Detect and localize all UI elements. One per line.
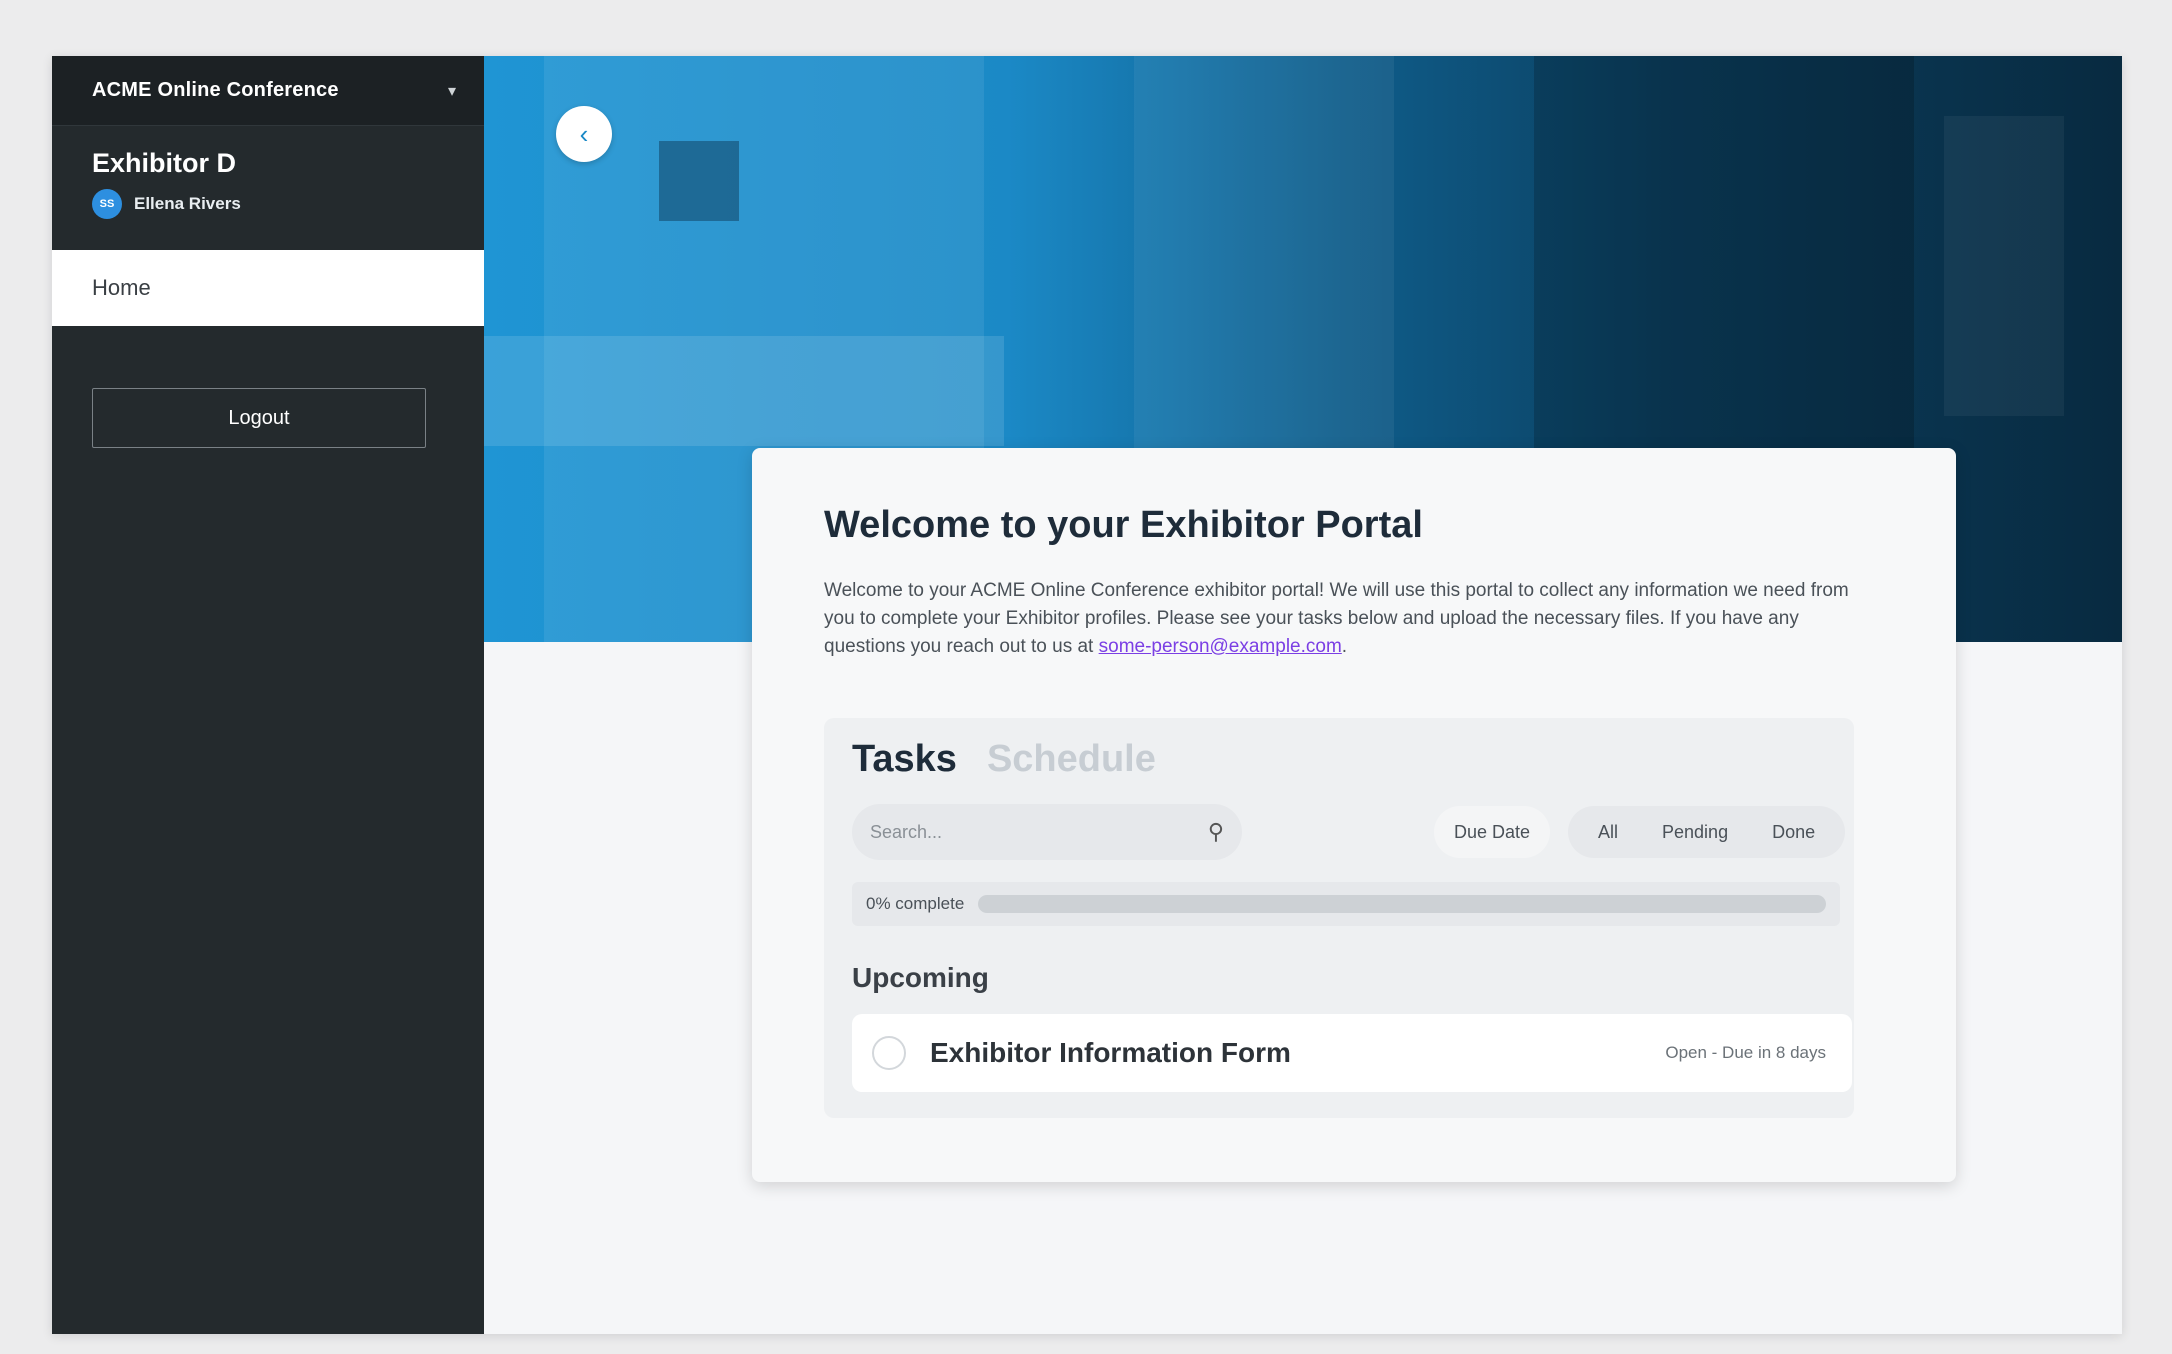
progress-bar: 0% complete: [852, 882, 1840, 926]
filter-pending[interactable]: Pending: [1640, 806, 1750, 858]
filter-all[interactable]: All: [1576, 806, 1640, 858]
chevron-left-icon[interactable]: ‹: [556, 106, 612, 162]
page-title: Welcome to your Exhibitor Portal: [824, 504, 1423, 546]
hero-decor-panel: [1944, 116, 2064, 416]
list-item[interactable]: Exhibitor Information Form Open - Due in…: [852, 1014, 1852, 1092]
progress-label: 0% complete: [866, 894, 965, 913]
task-name[interactable]: Exhibitor Information Form: [930, 1037, 1665, 1069]
org-name: ACME Online Conference: [92, 79, 339, 101]
task-status: Open - Due in 8 days: [1665, 1043, 1826, 1062]
progress-track: [978, 895, 1826, 913]
tab-tasks[interactable]: Tasks: [852, 738, 957, 781]
search-box: ⚲: [852, 804, 1242, 860]
sidebar-item-home[interactable]: Home: [52, 250, 484, 326]
logout-button[interactable]: Logout: [92, 388, 426, 448]
intro-end: .: [1341, 636, 1348, 657]
status-filter-group: All Pending Done: [1568, 806, 1846, 858]
sidebar: ACME Online Conference ▾ Exhibitor D SS …: [52, 56, 484, 1334]
tasks-panel: Tasks Schedule ⚲ Due Date All Pending Do…: [824, 718, 1854, 1118]
exhibitor-name: Exhibitor D: [92, 148, 237, 178]
filter-done[interactable]: Done: [1750, 806, 1837, 858]
user-name: Ellena Rivers: [134, 194, 241, 213]
profile-block: Exhibitor D SS Ellena Rivers: [52, 126, 484, 250]
section-title: Upcoming: [852, 962, 989, 993]
search-icon[interactable]: ⚲: [1208, 819, 1224, 845]
hero-decor-square: [659, 141, 739, 221]
welcome-card: Welcome to your Exhibitor Portal Welcome…: [752, 448, 1956, 1182]
tab-schedule[interactable]: Schedule: [987, 738, 1156, 781]
chevron-down-icon: ▾: [447, 82, 456, 100]
search-input[interactable]: [870, 821, 1208, 843]
avatar: SS: [92, 189, 122, 219]
org-switcher[interactable]: ACME Online Conference ▾: [52, 56, 484, 126]
task-checkbox[interactable]: [872, 1036, 906, 1070]
sidebar-item-label: Home: [92, 275, 151, 300]
contact-email-link[interactable]: some-person@example.com: [1099, 636, 1342, 657]
app-window: ACME Online Conference ▾ Exhibitor D SS …: [52, 56, 2122, 1334]
tab-bar: Tasks Schedule: [852, 738, 1156, 781]
hero-decor-band: [484, 336, 1004, 446]
user-row: SS Ellena Rivers: [92, 189, 444, 219]
intro-text: Welcome to your ACME Online Conference e…: [824, 577, 1874, 661]
due-date-sort-button[interactable]: Due Date: [1434, 806, 1550, 858]
